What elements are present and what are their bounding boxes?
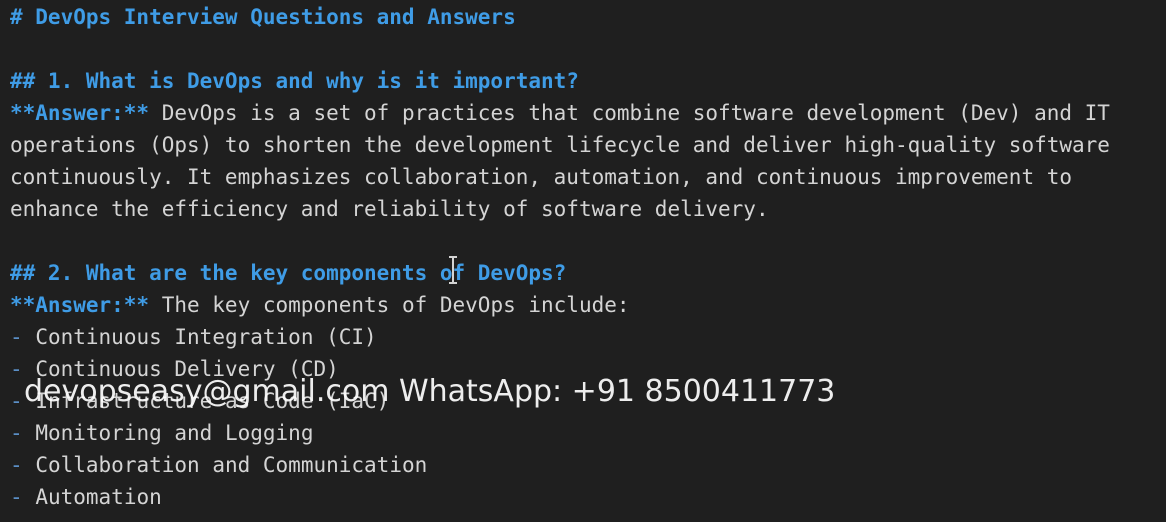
list-item-text: Monitoring and Logging <box>35 421 314 445</box>
question-1-answer-line-4: enhance the efficiency and reliability o… <box>10 197 769 221</box>
bullet-marker: - <box>10 453 23 477</box>
question-1-answer-line-2: operations (Ops) to shorten the developm… <box>10 133 1110 157</box>
list-item: - Continuous Integration (CI) <box>10 321 377 353</box>
question-2-heading: ## 2. What are the key components of Dev… <box>10 261 567 285</box>
list-item-text: Automation <box>35 485 162 509</box>
markdown-editor[interactable]: # DevOps Interview Questions and Answers… <box>0 0 1166 522</box>
answer-text: The key components of DevOps include: <box>149 293 630 317</box>
list-item: - Automation <box>10 481 162 513</box>
question-1-answer-line-1: **Answer:** DevOps is a set of practices… <box>10 97 1110 129</box>
bullet-marker: - <box>10 357 23 381</box>
document-title: # DevOps Interview Questions and Answers <box>10 5 516 29</box>
text-cursor-icon <box>449 256 457 284</box>
answer-label: **Answer:** <box>10 101 150 125</box>
contact-watermark: devopseasy@gmail.com WhatsApp: +91 85004… <box>24 374 836 409</box>
answer-label: **Answer:** <box>10 293 150 317</box>
question-1-heading: ## 1. What is DevOps and why is it impor… <box>10 69 579 93</box>
answer-text: DevOps is a set of practices that combin… <box>149 101 1110 125</box>
bullet-marker: - <box>10 421 23 445</box>
list-item-text: Collaboration and Communication <box>35 453 428 477</box>
list-item: - Collaboration and Communication <box>10 449 427 481</box>
question-2-answer-line: **Answer:** The key components of DevOps… <box>10 289 630 321</box>
list-item-text: Continuous Integration (CI) <box>35 325 377 349</box>
bullet-marker: - <box>10 389 23 413</box>
bullet-marker: - <box>10 325 23 349</box>
question-1-answer-line-3: continuously. It emphasizes collaboratio… <box>10 165 1073 189</box>
bullet-marker: - <box>10 485 23 509</box>
list-item: - Monitoring and Logging <box>10 417 313 449</box>
